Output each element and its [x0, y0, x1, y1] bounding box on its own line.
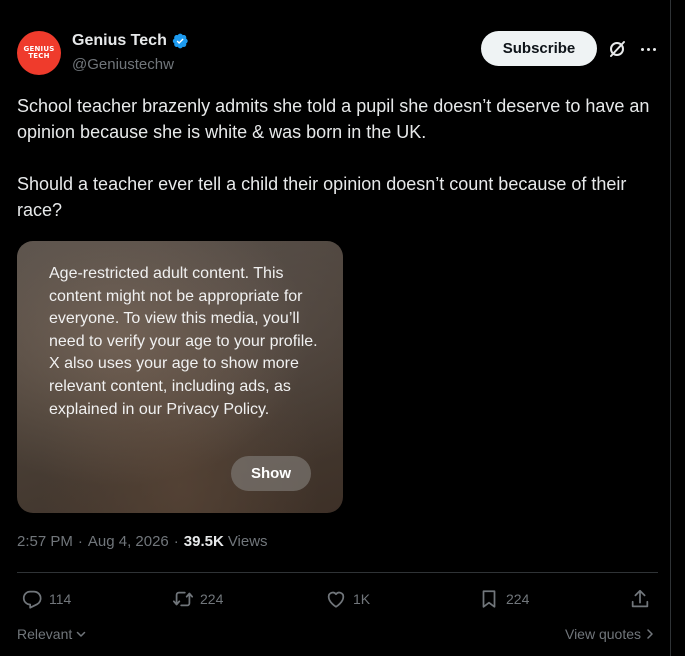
column-border: [670, 0, 671, 656]
post-time[interactable]: 2:57 PM: [17, 533, 73, 550]
like-button[interactable]: 1K: [325, 588, 370, 610]
post-detail-view: GENIUS TECH Genius Tech @Geniustechw Sub…: [0, 0, 685, 656]
view-quotes-link[interactable]: View quotes: [565, 626, 655, 642]
share-button[interactable]: [629, 588, 651, 610]
like-count: 1K: [353, 591, 371, 607]
verified-badge-icon[interactable]: [171, 32, 189, 50]
heart-icon: [327, 591, 345, 608]
views-count: 39.5K: [183, 533, 224, 550]
age-restricted-media: Age-restricted adult content. This conte…: [17, 241, 343, 513]
tweet-header: GENIUS TECH Genius Tech @Geniustechw Sub…: [17, 31, 658, 75]
divider: [17, 572, 658, 573]
more-options-icon[interactable]: [638, 39, 658, 59]
tweet-paragraph: Should a teacher ever tell a child their…: [17, 174, 627, 220]
meta-separator: ·: [77, 533, 83, 550]
chevron-down-icon: [77, 631, 86, 637]
age-restriction-warning: Age-restricted adult content. This conte…: [49, 265, 318, 418]
grok-icon[interactable]: [607, 39, 627, 59]
share-icon: [631, 589, 649, 608]
reply-icon: [22, 590, 42, 609]
tweet-metadata: 2:57 PM · Aug 4, 2026 · 39.5K Views: [17, 533, 268, 550]
relevant-sort-dropdown[interactable]: Relevant: [17, 626, 87, 642]
subscribe-button[interactable]: Subscribe: [481, 31, 597, 66]
bookmark-icon: [482, 590, 496, 608]
tweet-paragraph: School teacher brazenly admits she told …: [17, 96, 650, 142]
reply-count: 114: [49, 591, 72, 607]
bookmark-count: 224: [506, 591, 530, 607]
chevron-right-icon: [647, 629, 653, 639]
view-quotes-label: View quotes: [564, 626, 641, 642]
show-media-button[interactable]: Show: [231, 456, 311, 491]
author-name-row: Genius Tech: [72, 32, 189, 50]
author-display-name[interactable]: Genius Tech: [72, 32, 167, 50]
repost-count: 224: [200, 591, 224, 607]
meta-separator: ·: [173, 533, 179, 550]
tweet-actions-bar: 114 224 1K 224: [17, 588, 658, 612]
relevant-label: Relevant: [17, 626, 73, 642]
repost-icon: [172, 591, 194, 607]
repost-button[interactable]: 224: [172, 588, 223, 610]
bookmark-button[interactable]: 224: [478, 588, 529, 610]
reply-button[interactable]: 114: [21, 588, 71, 610]
avatar[interactable]: GENIUS TECH: [17, 31, 61, 75]
tweet-footer: Relevant View quotes: [17, 626, 658, 646]
avatar-text-line2: TECH: [28, 52, 50, 60]
author-handle[interactable]: @Geniustechw: [72, 56, 174, 73]
views-label: Views: [227, 533, 268, 550]
tweet-text: School teacher brazenly admits she told …: [17, 93, 658, 223]
post-date[interactable]: Aug 4, 2026: [88, 533, 169, 550]
